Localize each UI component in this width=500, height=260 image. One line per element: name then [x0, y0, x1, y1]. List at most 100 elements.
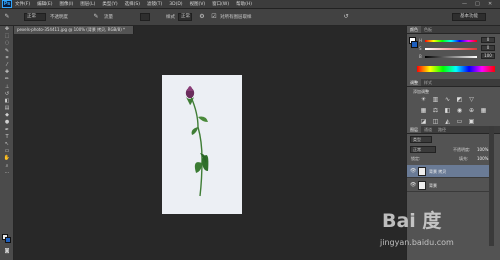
watermark-url: jingyan.baidu.com — [380, 238, 454, 247]
style-select[interactable]: 正常 — [178, 13, 192, 21]
options-bar: ✎ 正常 不透明度 ✎ 流量 样式 正常 ⚙ ☑ 对所有图层取样 ↺ 基本功能 — [0, 9, 500, 26]
layers-panel-tabs: 图层 通道 路径 — [407, 126, 500, 134]
selective-color-icon[interactable]: ▣ — [467, 118, 476, 126]
background-color-swatch[interactable] — [5, 237, 11, 243]
curves-icon[interactable]: ∿ — [443, 96, 452, 104]
gear-icon[interactable]: ⚙ — [198, 13, 206, 21]
menu-view[interactable]: 视图(V) — [190, 1, 206, 7]
document-tab[interactable]: pexels-photo-354411.jpg @ 100% (背景 拷贝, R… — [14, 26, 134, 34]
dodge-tool-icon[interactable]: ● — [0, 119, 14, 126]
lock-label: 锁定: — [411, 156, 421, 161]
document-image — [162, 75, 242, 214]
color-balance-icon[interactable]: ⚖ — [431, 107, 440, 115]
tab-paths[interactable]: 路径 — [435, 126, 449, 133]
history-brush-tool-icon[interactable]: ↺ — [0, 91, 14, 98]
quick-select-tool-icon[interactable]: ✎ — [0, 48, 14, 55]
eye-icon[interactable]: 👁 — [410, 168, 416, 174]
brush-tool-icon[interactable]: ✎ — [3, 13, 11, 21]
exposure-icon[interactable]: ◩ — [455, 96, 464, 104]
color-spectrum-ramp[interactable] — [417, 66, 495, 72]
channel-mixer-icon[interactable]: ⊕ — [467, 107, 476, 115]
zoom-tool-icon[interactable]: ⌕ — [0, 163, 14, 170]
add-adjustment-title: 添加调整 — [413, 89, 429, 94]
layer-row-selected[interactable]: 👁 背景 拷贝 — [407, 165, 493, 178]
hand-tool-icon[interactable]: ✋ — [0, 155, 14, 162]
blur-tool-icon[interactable]: ◆ — [0, 112, 14, 119]
fill-value[interactable]: 100% — [477, 156, 488, 161]
sample-all-layers-label: 对所有图层取样 — [220, 15, 252, 20]
layer-row[interactable]: 👁 背景 — [407, 179, 493, 192]
tab-adjustments[interactable]: 调整 — [407, 79, 421, 86]
menu-3d[interactable]: 3D(D) — [169, 2, 182, 7]
layer-kind-filter[interactable]: 类型 — [410, 136, 432, 143]
tab-channels[interactable]: 通道 — [421, 126, 435, 133]
crop-tool-icon[interactable]: ⌗ — [0, 55, 14, 62]
vibrance-icon[interactable]: ▽ — [467, 96, 476, 104]
layer-thumbnail — [418, 167, 426, 176]
brush-tool-icon[interactable]: ✏ — [0, 76, 14, 83]
invert-icon[interactable]: ◪ — [419, 118, 428, 126]
pressure-icon[interactable]: ✎ — [92, 13, 100, 21]
hue-slider[interactable]: H 0 — [419, 37, 499, 44]
brightness-contrast-icon[interactable]: ☀ — [419, 96, 428, 104]
baidu-logo: Bai 度 — [382, 210, 442, 232]
threshold-icon[interactable]: ◭ — [443, 118, 452, 126]
gradient-tool-icon[interactable]: ▤ — [0, 105, 14, 112]
tab-color[interactable]: 颜色 — [407, 26, 421, 33]
tab-layers[interactable]: 图层 — [407, 126, 421, 133]
baidu-watermark: Bai 度 jingyan.baidu.com — [378, 206, 498, 256]
sample-checkbox-icon[interactable]: ☑ — [210, 13, 218, 21]
marquee-tool-icon[interactable]: ⬚ — [0, 33, 14, 40]
eraser-tool-icon[interactable]: ◧ — [0, 98, 14, 105]
saturation-slider[interactable]: S 0 — [419, 45, 499, 52]
menu-image[interactable]: 图像(I) — [59, 1, 73, 7]
levels-icon[interactable]: ▥ — [431, 96, 440, 104]
menu-help[interactable]: 帮助(H) — [236, 1, 252, 7]
quick-mask-icon[interactable]: ◙ — [0, 248, 14, 255]
layer-opacity-value[interactable]: 100% — [477, 147, 488, 152]
menu-type[interactable]: 类型(Y) — [102, 1, 117, 7]
empty-slot-icon — [479, 96, 488, 104]
menu-edit[interactable]: 编辑(E) — [37, 1, 52, 7]
move-tool-icon[interactable]: ✥ — [0, 26, 14, 33]
brightness-slider[interactable]: B 100 — [419, 53, 499, 60]
workspace-select[interactable]: 基本功能 — [452, 13, 486, 21]
fill-label: 填充: — [459, 156, 469, 161]
clone-stamp-tool-icon[interactable]: ⊥ — [0, 84, 14, 91]
menu-layer[interactable]: 图层(L) — [80, 1, 95, 7]
menu-window[interactable]: 窗口(W) — [212, 1, 229, 7]
opacity-label: 不透明度 — [50, 15, 68, 20]
menu-filter[interactable]: 滤镜(T) — [147, 1, 162, 7]
hue-saturation-icon[interactable]: ▦ — [419, 107, 428, 115]
color-panel-tabs: 颜色 色板 — [407, 26, 500, 34]
pen-tool-icon[interactable]: ✒ — [0, 127, 14, 134]
tab-swatches[interactable]: 色板 — [421, 26, 435, 33]
app-logo: Ps — [2, 0, 12, 8]
menu-file[interactable]: 文件(F) — [15, 1, 30, 7]
maximize-button[interactable]: □ — [475, 1, 480, 7]
canvas-area[interactable] — [14, 34, 406, 260]
gradient-map-icon[interactable]: ▭ — [455, 118, 464, 126]
type-tool-icon[interactable]: T — [0, 134, 14, 141]
eyedropper-tool-icon[interactable]: ⁄ — [0, 62, 14, 69]
tab-styles[interactable]: 样式 — [421, 79, 435, 86]
black-white-icon[interactable]: ◧ — [443, 107, 452, 115]
panel-background-swatch[interactable] — [411, 41, 418, 48]
minimize-button[interactable]: — — [462, 1, 467, 7]
blend-mode-select[interactable]: 正常 — [410, 146, 436, 153]
eye-icon[interactable]: 👁 — [410, 182, 416, 188]
more-tools-icon[interactable]: ⋯ — [0, 170, 14, 177]
healing-brush-tool-icon[interactable]: ✚ — [0, 69, 14, 76]
mode-select[interactable]: 正常 — [24, 13, 46, 21]
close-button[interactable]: ✕ — [488, 1, 492, 7]
posterize-icon[interactable]: ◫ — [431, 118, 440, 126]
photo-filter-icon[interactable]: ◉ — [455, 107, 464, 115]
aligned-toggle[interactable] — [140, 13, 150, 21]
layer-name: 背景 拷贝 — [429, 169, 447, 174]
path-select-tool-icon[interactable]: ↖ — [0, 141, 14, 148]
color-lookup-icon[interactable]: ▦ — [479, 107, 488, 115]
flow-label: 流量 — [104, 15, 113, 20]
rotate-icon[interactable]: ↺ — [342, 13, 350, 21]
lasso-tool-icon[interactable]: ◌ — [0, 40, 14, 47]
menu-select[interactable]: 选择(S) — [125, 1, 140, 7]
